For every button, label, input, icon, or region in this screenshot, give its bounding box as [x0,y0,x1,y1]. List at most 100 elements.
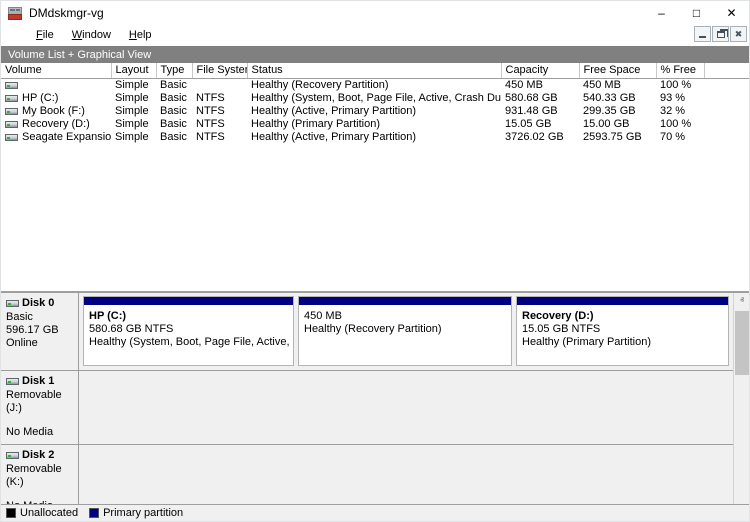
partition-details: Recovery (D:) 15.05 GB NTFS Healthy (Prima… [517,306,728,365]
disk-info-panel[interactable]: Disk 2 Removable (K:) No Media [1,445,79,504]
cell-status: Healthy (Active, Primary Partition) [247,131,501,144]
drive-icon [6,452,19,459]
cell-layout: Simple [111,105,156,118]
scrollbar-down-arrow-icon[interactable]: ⱟ [734,488,749,504]
menu-file-accel: F [36,29,43,41]
cell-layout: Simple [111,92,156,105]
cell-type: Basic [156,92,192,105]
cell-percent-free: 100 % [656,78,704,92]
drive-icon [6,378,19,385]
column-header-status[interactable]: Status [247,63,501,78]
mdi-restore-button[interactable] [712,26,729,42]
column-header-file-system[interactable]: File System [192,63,247,78]
volume-list-pane: VolumeLayoutTypeFile SystemStatusCapacit… [1,63,749,292]
window-controls: – □ ✕ [644,1,749,24]
cell-capacity: 931.48 GB [501,105,579,118]
cell-spacer [704,78,749,92]
cell-status: Healthy (Active, Primary Partition) [247,105,501,118]
graphical-view-scroll-area: Disk 0 Basic 596.17 GB Online HP (C:) 580.68 … [1,293,733,504]
empty-disk-area[interactable] [79,371,733,444]
legend-label: Unallocated [20,507,78,519]
menu-item-window[interactable]: Window [63,27,120,43]
drive-icon [5,95,18,102]
column-header--free[interactable]: % Free [656,63,704,78]
column-header-free-space[interactable]: Free Space [579,63,656,78]
window-maximize-button[interactable]: □ [679,1,714,24]
table-row[interactable]: Recovery (D:) Simple Basic NTFS Healthy (Pri… [1,118,749,131]
disk-management-icon [7,5,23,21]
cell-file-system: NTFS [192,118,247,131]
partition-size: 15.05 GB NTFS [522,323,728,336]
table-row[interactable]: Simple Basic Healthy (Recovery Partition) 4… [1,78,749,92]
disk-info-line: No Media [6,500,78,504]
window-title: DMdskmgr-vg [29,6,104,20]
drive-icon [5,82,18,89]
disk-management-window: DMdskmgr-vg – □ ✕ File Window Help ✖ Vol… [0,0,750,522]
mdi-minimize-button[interactable] [694,26,711,42]
disk-title: Disk 0 [6,297,78,310]
partition-block[interactable]: 450 MB Healthy (Recovery Partition) [298,296,512,366]
cell-type: Basic [156,131,192,144]
partition-size: 580.68 GB NTFS [89,323,293,336]
disk-title: Disk 1 [6,375,78,388]
menu-item-help[interactable]: Help [120,27,161,43]
cell-free-space: 2593.75 GB [579,131,656,144]
empty-disk-area[interactable] [79,445,733,504]
window-close-button[interactable]: ✕ [714,1,749,24]
window-minimize-button[interactable]: – [644,1,679,24]
partition-status: Healthy (Recovery Partition) [304,323,511,336]
partition-block[interactable]: HP (C:) 580.68 GB NTFS Healthy (System, Bo… [83,296,294,366]
partition-size: 450 MB [304,310,511,323]
cell-file-system: NTFS [192,105,247,118]
cell-status: Healthy (System, Boot, Page File, Active… [247,92,501,105]
partition-status: Healthy (Primary Partition) [522,336,728,349]
partition-color-bar [517,297,728,306]
disk-info-line: No Media [6,426,78,439]
partition-name: HP (C:) [89,310,293,323]
partition-block[interactable]: Recovery (D:) 15.05 GB NTFS Healthy (Prima… [516,296,729,366]
cell-volume: HP (C:) [1,92,111,105]
disk-info-panel[interactable]: Disk 0 Basic 596.17 GB Online [1,293,79,370]
cell-capacity: 15.05 GB [501,118,579,131]
legend-bar: Unallocated Primary partition [1,504,749,521]
column-header-spacer[interactable] [704,63,749,78]
graphical-view-pane: Disk 0 Basic 596.17 GB Online HP (C:) 580.68 … [1,292,749,504]
mdi-window-controls: ✖ [694,26,747,42]
scrollbar-up-arrow-icon[interactable]: ⱏ [734,293,749,309]
disk-row: Disk 0 Basic 596.17 GB Online HP (C:) 580.68 … [1,293,733,371]
menu-help-rest: elp [137,29,152,41]
volume-table-header-row: VolumeLayoutTypeFile SystemStatusCapacit… [1,63,749,78]
table-row[interactable]: Seagate Expansion Dri... Simple Basic NTFS H… [1,131,749,144]
column-header-volume[interactable]: Volume [1,63,111,78]
menu-disk-management-icon [6,27,22,43]
menu-item-file[interactable]: File [27,27,63,43]
column-header-type[interactable]: Type [156,63,192,78]
table-row[interactable]: HP (C:) Simple Basic NTFS Healthy (System, B… [1,92,749,105]
cell-capacity: 3726.02 GB [501,131,579,144]
mdi-close-button[interactable]: ✖ [730,26,747,42]
cell-spacer [704,105,749,118]
disk-title: Disk 2 [6,449,78,462]
column-header-capacity[interactable]: Capacity [501,63,579,78]
cell-spacer [704,92,749,105]
cell-free-space: 540.33 GB [579,92,656,105]
scrollbar-thumb[interactable] [735,311,749,375]
legend-item: Unallocated [6,507,78,519]
cell-type: Basic [156,105,192,118]
pane-caption: Volume List + Graphical View [1,46,749,63]
menu-window-accel: W [72,29,82,41]
disk-info-line: 596.17 GB [6,324,78,337]
legend-swatch [89,508,99,518]
column-header-layout[interactable]: Layout [111,63,156,78]
volume-table: VolumeLayoutTypeFile SystemStatusCapacit… [1,63,749,144]
partition-details: 450 MB Healthy (Recovery Partition) [299,306,511,365]
graphical-view-scrollbar[interactable]: ⱏ ⱟ [733,293,749,504]
menu-help-accel: H [129,29,137,41]
legend-swatch [6,508,16,518]
cell-status: Healthy (Primary Partition) [247,118,501,131]
drive-icon [5,108,18,115]
cell-volume: Seagate Expansion Dri... [1,131,111,144]
cell-capacity: 450 MB [501,78,579,92]
disk-info-panel[interactable]: Disk 1 Removable (J:) No Media [1,371,79,444]
table-row[interactable]: My Book (F:) Simple Basic NTFS Healthy (Acti… [1,105,749,118]
